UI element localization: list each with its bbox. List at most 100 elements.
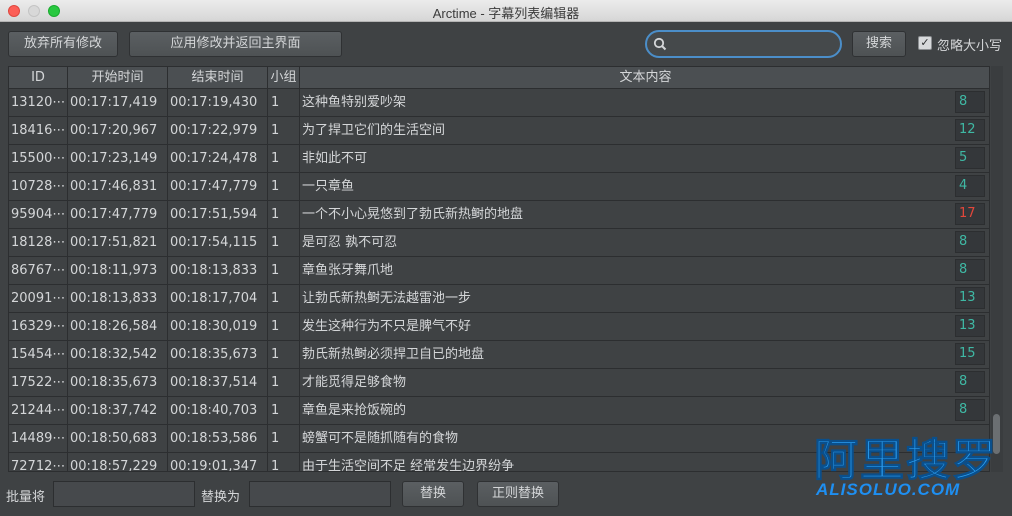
cell-id[interactable]: 17522⋯: [9, 369, 68, 397]
table-row[interactable]: 18416⋯ 00:17:20,967 00:17:22,979 1 为了捍卫它们的生活…: [9, 117, 989, 145]
cell-group[interactable]: 1: [268, 201, 300, 229]
cell-group[interactable]: 1: [268, 145, 300, 173]
cell-id[interactable]: 86767⋯: [9, 257, 68, 285]
cell-start-time[interactable]: 00:18:13,833: [68, 285, 168, 313]
table-row[interactable]: 72712⋯ 00:18:57,229 00:19:01,347 1 由于生活空间不足 …: [9, 453, 989, 471]
cell-group[interactable]: 1: [268, 89, 300, 117]
table-row[interactable]: 15500⋯ 00:17:23,149 00:17:24,478 1 非如此不可 5: [9, 145, 989, 173]
cell-id[interactable]: 72712⋯: [9, 453, 68, 471]
cell-id[interactable]: 18128⋯: [9, 229, 68, 257]
cell-id[interactable]: 20091⋯: [9, 285, 68, 313]
cell-start-time[interactable]: 00:18:35,673: [68, 369, 168, 397]
scrollbar-thumb[interactable]: [993, 414, 1000, 454]
cell-start-time[interactable]: 00:18:37,742: [68, 397, 168, 425]
cell-id[interactable]: 95904⋯: [9, 201, 68, 229]
table-row[interactable]: 20091⋯ 00:18:13,833 00:18:17,704 1 让勃氏新热鲥无法越…: [9, 285, 989, 313]
regex-replace-button[interactable]: 正则替换: [477, 481, 559, 507]
cell-text[interactable]: 章鱼张牙舞爪地 8: [300, 257, 989, 285]
cell-end-time[interactable]: 00:17:22,979: [168, 117, 268, 145]
table-row[interactable]: 13120⋯ 00:17:17,419 00:17:19,430 1 这种鱼特别爱吵架 8: [9, 89, 989, 117]
cell-text[interactable]: 一个不小心晃悠到了勃氏新热鲥的地盘 17: [300, 201, 989, 229]
table-row[interactable]: 14489⋯ 00:18:50,683 00:18:53,586 1 螃蟹可不是随抓随有…: [9, 425, 989, 453]
cell-text[interactable]: 是可忍 孰不可忍 8: [300, 229, 989, 257]
cell-group[interactable]: 1: [268, 257, 300, 285]
cell-text[interactable]: 由于生活空间不足 经常发生边界纷争: [300, 453, 989, 471]
apply-and-return-button[interactable]: 应用修改并返回主界面: [129, 31, 342, 57]
cell-start-time[interactable]: 00:17:51,821: [68, 229, 168, 257]
cell-text[interactable]: 这种鱼特别爱吵架 8: [300, 89, 989, 117]
cell-start-time[interactable]: 00:17:47,779: [68, 201, 168, 229]
table-row[interactable]: 10728⋯ 00:17:46,831 00:17:47,779 1 一只章鱼 4: [9, 173, 989, 201]
table-scrollbar[interactable]: [991, 66, 1003, 472]
cell-id[interactable]: 15454⋯: [9, 341, 68, 369]
table-row[interactable]: 95904⋯ 00:17:47,779 00:17:51,594 1 一个不小心晃悠到了…: [9, 201, 989, 229]
cell-start-time[interactable]: 00:17:46,831: [68, 173, 168, 201]
cell-group[interactable]: 1: [268, 397, 300, 425]
cell-end-time[interactable]: 00:18:37,514: [168, 369, 268, 397]
table-row[interactable]: 21244⋯ 00:18:37,742 00:18:40,703 1 章鱼是来抢饭碗的 8: [9, 397, 989, 425]
cell-start-time[interactable]: 00:18:26,584: [68, 313, 168, 341]
cell-start-time[interactable]: 00:17:17,419: [68, 89, 168, 117]
cell-text[interactable]: 章鱼是来抢饭碗的 8: [300, 397, 989, 425]
cell-start-time[interactable]: 00:18:32,542: [68, 341, 168, 369]
cell-group[interactable]: 1: [268, 229, 300, 257]
cell-end-time[interactable]: 00:18:13,833: [168, 257, 268, 285]
table-row[interactable]: 15454⋯ 00:18:32,542 00:18:35,673 1 勃氏新热鲥必须捍卫…: [9, 341, 989, 369]
cell-start-time[interactable]: 00:18:57,229: [68, 453, 168, 471]
cell-end-time[interactable]: 00:17:24,478: [168, 145, 268, 173]
cell-id[interactable]: 18416⋯: [9, 117, 68, 145]
ignore-case-checkbox[interactable]: ✓: [918, 36, 932, 50]
cell-end-time[interactable]: 00:17:47,779: [168, 173, 268, 201]
find-text-input[interactable]: [53, 481, 195, 507]
cell-text[interactable]: 勃氏新热鲥必须捍卫自已的地盘 15: [300, 341, 989, 369]
cell-end-time[interactable]: 00:17:19,430: [168, 89, 268, 117]
cell-start-time[interactable]: 00:18:11,973: [68, 257, 168, 285]
cell-group[interactable]: 1: [268, 117, 300, 145]
cell-end-time[interactable]: 00:18:53,586: [168, 425, 268, 453]
cell-text[interactable]: 才能觅得足够食物 8: [300, 369, 989, 397]
column-header-text[interactable]: 文本内容: [300, 67, 989, 89]
replace-text-input[interactable]: [249, 481, 391, 507]
cell-text[interactable]: 一只章鱼 4: [300, 173, 989, 201]
cell-end-time[interactable]: 00:18:30,019: [168, 313, 268, 341]
cell-group[interactable]: 1: [268, 369, 300, 397]
cell-group[interactable]: 1: [268, 313, 300, 341]
cell-group[interactable]: 1: [268, 341, 300, 369]
table-row[interactable]: 18128⋯ 00:17:51,821 00:17:54,115 1 是可忍 孰不可忍 8: [9, 229, 989, 257]
cell-group[interactable]: 1: [268, 453, 300, 471]
cell-start-time[interactable]: 00:18:50,683: [68, 425, 168, 453]
cell-start-time[interactable]: 00:17:20,967: [68, 117, 168, 145]
cell-end-time[interactable]: 00:18:35,673: [168, 341, 268, 369]
cell-id[interactable]: 10728⋯: [9, 173, 68, 201]
cell-end-time[interactable]: 00:18:40,703: [168, 397, 268, 425]
cell-text[interactable]: 让勃氏新热鲥无法越雷池一步 13: [300, 285, 989, 313]
search-button[interactable]: 搜索: [852, 31, 906, 57]
cell-end-time[interactable]: 00:18:17,704: [168, 285, 268, 313]
column-header-id[interactable]: ID: [9, 67, 68, 89]
cell-id[interactable]: 16329⋯: [9, 313, 68, 341]
cell-id[interactable]: 13120⋯: [9, 89, 68, 117]
cell-text[interactable]: 螃蟹可不是随抓随有的食物: [300, 425, 989, 453]
cell-id[interactable]: 21244⋯: [9, 397, 68, 425]
cell-end-time[interactable]: 00:19:01,347: [168, 453, 268, 471]
replace-button[interactable]: 替换: [402, 481, 464, 507]
column-header-end[interactable]: 结束时间: [168, 67, 268, 89]
cell-id[interactable]: 14489⋯: [9, 425, 68, 453]
cell-start-time[interactable]: 00:17:23,149: [68, 145, 168, 173]
table-row[interactable]: 16329⋯ 00:18:26,584 00:18:30,019 1 发生这种行为不只是…: [9, 313, 989, 341]
search-input[interactable]: [671, 35, 831, 53]
table-row[interactable]: 86767⋯ 00:18:11,973 00:18:13,833 1 章鱼张牙舞爪地 8: [9, 257, 989, 285]
cell-group[interactable]: 1: [268, 425, 300, 453]
cell-group[interactable]: 1: [268, 173, 300, 201]
cell-end-time[interactable]: 00:17:51,594: [168, 201, 268, 229]
cell-text[interactable]: 非如此不可 5: [300, 145, 989, 173]
discard-changes-button[interactable]: 放弃所有修改: [8, 31, 118, 57]
search-box[interactable]: [645, 30, 842, 58]
column-header-group[interactable]: 小组: [268, 67, 300, 89]
cell-text[interactable]: 为了捍卫它们的生活空间 12: [300, 117, 989, 145]
column-header-start[interactable]: 开始时间: [68, 67, 168, 89]
cell-id[interactable]: 15500⋯: [9, 145, 68, 173]
cell-text[interactable]: 发生这种行为不只是脾气不好 13: [300, 313, 989, 341]
table-row[interactable]: 17522⋯ 00:18:35,673 00:18:37,514 1 才能觅得足够食物 8: [9, 369, 989, 397]
cell-group[interactable]: 1: [268, 285, 300, 313]
